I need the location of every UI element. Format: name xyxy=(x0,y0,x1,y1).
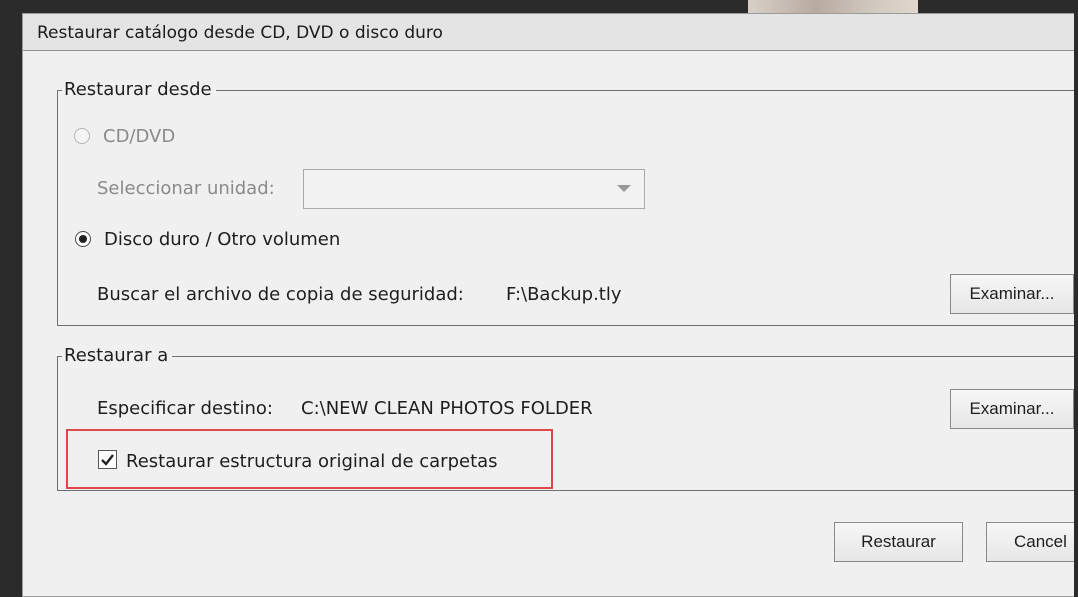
browse-destination-button[interactable]: Examinar... xyxy=(950,389,1074,429)
hard-disk-radio[interactable] xyxy=(75,231,91,247)
dialog-titlebar[interactable]: Restaurar catálogo desde CD, DVD o disco… xyxy=(23,14,1077,51)
cancel-button[interactable]: Cancel xyxy=(986,522,1078,562)
select-drive-dropdown[interactable] xyxy=(303,169,645,209)
browse-backup-button[interactable]: Examinar... xyxy=(950,274,1074,314)
backup-file-path: F:\Backup.tly xyxy=(506,284,622,305)
destination-path: C:\NEW CLEAN PHOTOS FOLDER xyxy=(301,398,593,419)
destination-label: Especificar destino: xyxy=(97,398,273,419)
restore-from-legend: Restaurar desde xyxy=(62,79,216,101)
dialog-title: Restaurar catálogo desde CD, DVD o disco… xyxy=(37,23,443,43)
select-drive-label: Seleccionar unidad: xyxy=(97,178,275,199)
backup-file-label: Buscar el archivo de copia de seguridad: xyxy=(97,284,464,305)
cd-dvd-label: CD/DVD xyxy=(103,126,176,147)
restore-button[interactable]: Restaurar xyxy=(834,522,963,562)
cd-dvd-radio[interactable] xyxy=(74,128,90,144)
hard-disk-label: Disco duro / Otro volumen xyxy=(104,229,341,250)
chevron-down-icon xyxy=(617,185,631,192)
highlight-box xyxy=(66,429,553,489)
restore-to-legend: Restaurar a xyxy=(62,345,173,367)
background-thumbnail xyxy=(748,0,918,14)
window-edge xyxy=(1074,13,1078,597)
